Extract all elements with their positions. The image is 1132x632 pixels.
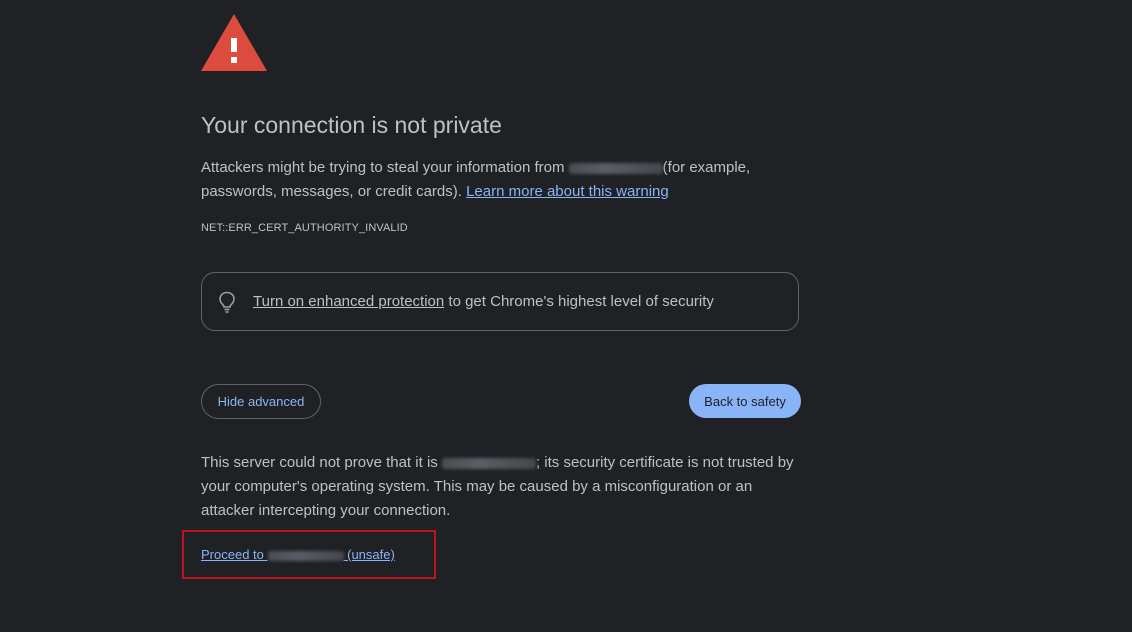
enhanced-protection-suffix: to get Chrome's highest level of securit… [444,293,714,310]
redacted-host [568,162,663,174]
advanced-details: This server could not prove that it is ;… [201,451,801,523]
enhanced-protection-text: Turn on enhanced protection to get Chrom… [253,293,714,310]
learn-more-link[interactable]: Learn more about this warning [466,183,669,200]
warning-icon [201,14,267,71]
lightbulb-icon [219,291,235,313]
back-to-safety-button[interactable]: Back to safety [689,384,801,418]
interstitial-page: Your connection is not private Attackers… [0,0,1132,632]
error-code: NET::ERR_CERT_AUTHORITY_INVALID [201,222,408,234]
hide-advanced-button[interactable]: Hide advanced [201,384,321,419]
page-title: Your connection is not private [201,112,502,138]
warning-description: Attackers might be trying to steal your … [201,156,801,204]
details-prefix: This server could not prove that it is [201,454,442,471]
enhanced-protection-box: Turn on enhanced protection to get Chrom… [201,272,799,331]
description-prefix: Attackers might be trying to steal your … [201,159,569,176]
highlight-box [182,530,436,579]
redacted-host-details [441,457,536,469]
enhanced-protection-link[interactable]: Turn on enhanced protection [253,293,444,310]
